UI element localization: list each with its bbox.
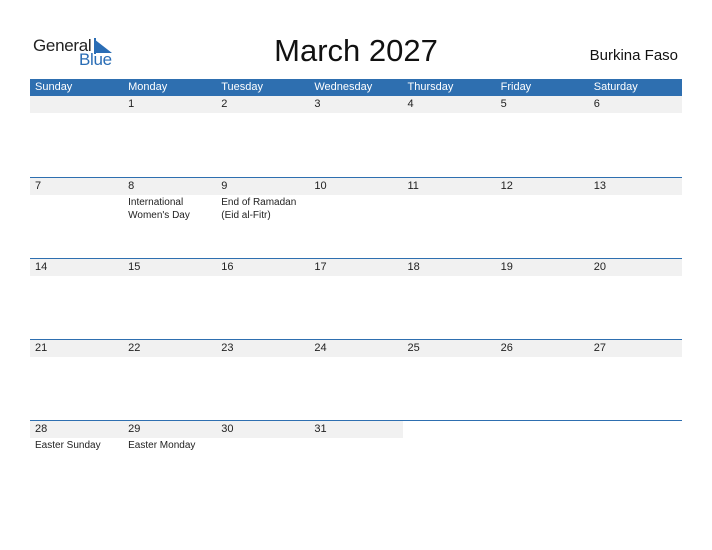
- holiday-label: International Women's Day: [128, 197, 190, 221]
- day-number: [30, 96, 123, 113]
- day-number: 19: [500, 261, 513, 273]
- week-row: 1 2 3 4 5 6: [30, 96, 682, 114]
- day-number: 12: [500, 180, 513, 192]
- holiday-label: [216, 276, 309, 277]
- holiday-label: [30, 357, 123, 358]
- day-number: 16: [221, 261, 234, 273]
- day-number: 20: [593, 261, 606, 273]
- day-number: 23: [221, 342, 234, 354]
- holiday-label: [216, 357, 309, 358]
- holiday-row: [30, 276, 682, 277]
- holiday-label: [30, 276, 123, 277]
- day-number-row: 28 29 30 31: [30, 420, 682, 438]
- calendar-grid: Sunday Monday Tuesday Wednesday Thursday…: [30, 79, 682, 451]
- day-number: 11: [407, 180, 419, 192]
- day-number: [402, 421, 496, 438]
- weekday-friday: Friday: [500, 81, 532, 93]
- day-number: 8: [128, 180, 135, 192]
- holiday-label: [496, 357, 589, 358]
- day-number: 22: [128, 342, 141, 354]
- holiday-label: [309, 276, 402, 277]
- holiday-label: Easter Monday: [128, 440, 196, 451]
- day-number: 15: [128, 261, 141, 273]
- day-number: 28: [35, 423, 48, 435]
- day-number: 14: [35, 261, 48, 273]
- holiday-label: [123, 357, 216, 358]
- day-number: 27: [593, 342, 606, 354]
- holiday-label: [496, 276, 589, 277]
- weekday-wednesday: Wednesday: [314, 81, 373, 93]
- week-row: 28 29 30 31 Easter Sunday Easter Monday: [30, 420, 682, 452]
- day-number: 26: [500, 342, 513, 354]
- holiday-label: [309, 357, 402, 358]
- holiday-label: [496, 195, 589, 222]
- day-number: 24: [314, 342, 327, 354]
- day-number: 4: [407, 98, 414, 110]
- holiday-label: [216, 113, 309, 114]
- week-row: 7 8 9 10 11 12 13 International Women's Day End …: [30, 177, 682, 222]
- day-number: 2: [221, 98, 228, 110]
- holiday-row: [30, 113, 682, 114]
- day-number: 6: [593, 98, 600, 110]
- weekday-sunday: Sunday: [35, 81, 73, 93]
- day-number: [588, 421, 682, 438]
- holiday-label: [589, 357, 682, 358]
- day-number: 1: [128, 98, 135, 110]
- holiday-label: [496, 438, 589, 452]
- holiday-label: [403, 113, 496, 114]
- weekday-monday: Monday: [128, 81, 168, 93]
- day-number: 18: [407, 261, 420, 273]
- day-number: 25: [407, 342, 420, 354]
- weekday-thursday: Thursday: [407, 81, 454, 93]
- day-number: 5: [500, 98, 507, 110]
- day-number: [495, 421, 589, 438]
- day-number: 3: [314, 98, 321, 110]
- day-number-row: 21 22 23 24 25 26 27: [30, 339, 682, 357]
- day-number-row: 14 15 16 17 18 19 20: [30, 258, 682, 276]
- holiday-label: [309, 195, 402, 222]
- holiday-label: [216, 438, 309, 452]
- day-number: 21: [35, 342, 48, 354]
- holiday-label: [30, 195, 123, 222]
- holiday-label: [589, 438, 682, 452]
- holiday-row: [30, 357, 682, 358]
- holiday-row: Easter Sunday Easter Monday: [30, 438, 682, 452]
- holiday-label: [589, 113, 682, 114]
- holiday-label: [403, 195, 496, 222]
- holiday-label: [496, 113, 589, 114]
- day-number: 29: [128, 423, 141, 435]
- holiday-label: [589, 195, 682, 222]
- holiday-label: [309, 113, 402, 114]
- holiday-row: International Women's Day End of Ramadan …: [30, 195, 682, 222]
- weekday-saturday: Saturday: [593, 81, 638, 93]
- week-row: 21 22 23 24 25 26 27: [30, 339, 682, 358]
- day-number: 30: [221, 423, 234, 435]
- day-number: 7: [35, 180, 42, 192]
- holiday-label: [309, 438, 402, 452]
- day-number-row: 7 8 9 10 11 12 13: [30, 177, 682, 195]
- day-number: 31: [314, 423, 327, 435]
- weekday-tuesday: Tuesday: [221, 81, 264, 93]
- day-number: 10: [314, 180, 327, 192]
- holiday-label: [589, 276, 682, 277]
- holiday-label: [123, 113, 216, 114]
- holiday-label: [30, 113, 123, 114]
- weekday-header: Sunday Monday Tuesday Wednesday Thursday…: [30, 79, 682, 96]
- holiday-label: [403, 438, 496, 452]
- holiday-label: [403, 357, 496, 358]
- holiday-label: [123, 276, 216, 277]
- day-number: 13: [593, 180, 606, 192]
- holiday-label: End of Ramadan (Eid al-Fitr): [221, 197, 297, 221]
- day-number-row: 1 2 3 4 5 6: [30, 96, 682, 113]
- country-label: Burkina Faso: [589, 47, 678, 64]
- holiday-label: Easter Sunday: [35, 440, 101, 451]
- day-number: 17: [314, 261, 327, 273]
- day-number: 9: [221, 180, 228, 192]
- holiday-label: [403, 276, 496, 277]
- week-row: 14 15 16 17 18 19 20: [30, 258, 682, 277]
